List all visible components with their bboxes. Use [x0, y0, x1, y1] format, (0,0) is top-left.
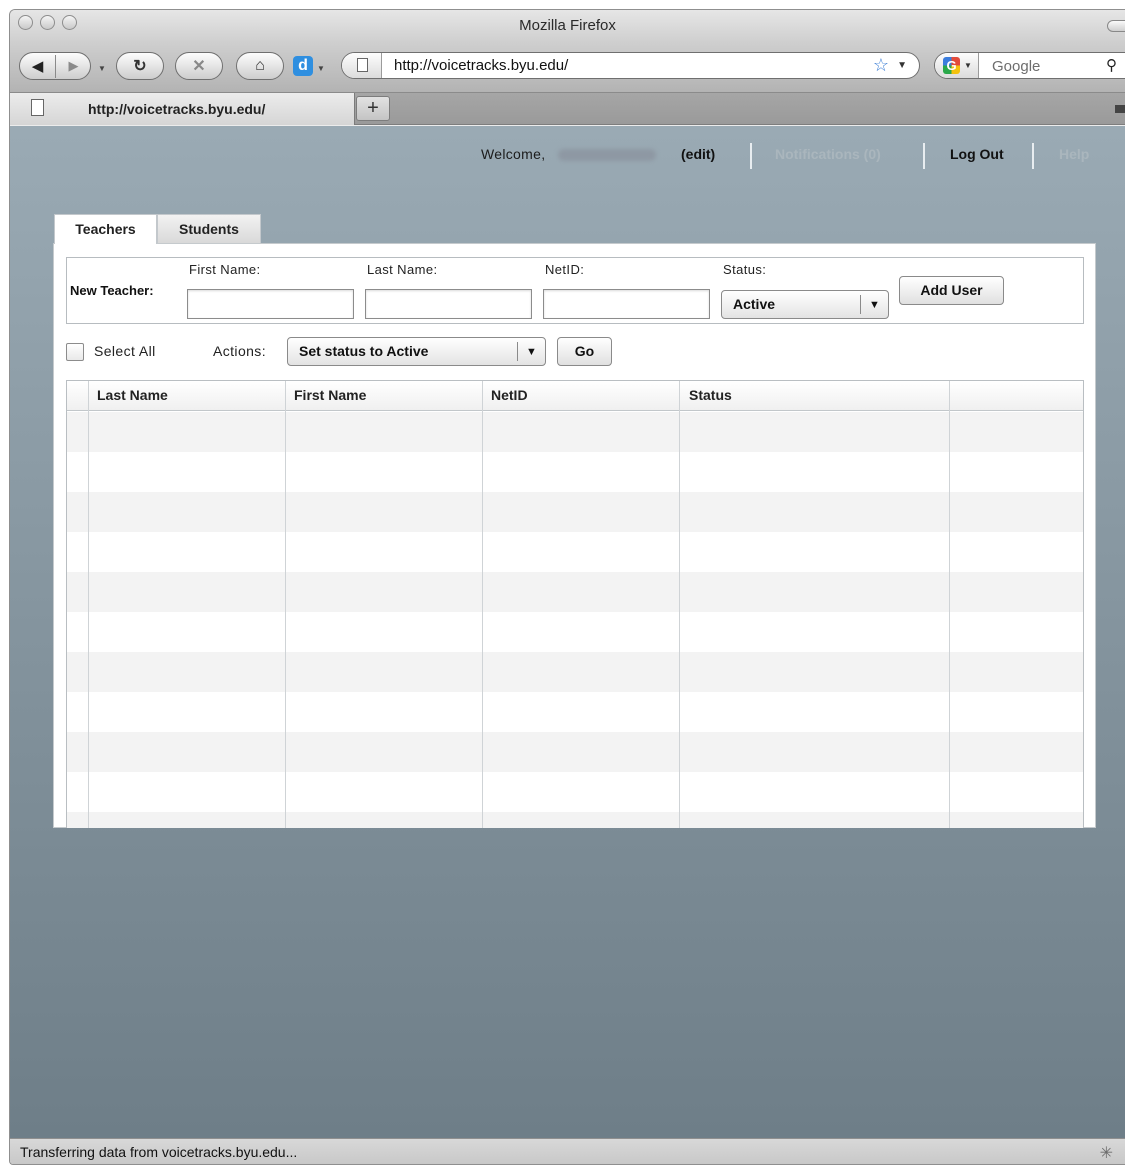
new-teacher-form: New Teacher: First Name: Last Name: NetI…: [66, 257, 1084, 324]
nav-separator: [750, 143, 752, 169]
table-row: [67, 492, 1083, 532]
status-bar: Transferring data from voicetracks.byu.e…: [10, 1138, 1125, 1164]
engine-dropdown-icon: ▼: [964, 61, 972, 70]
teachers-panel: New Teacher: First Name: Last Name: NetI…: [53, 243, 1096, 828]
netid-field[interactable]: [543, 289, 710, 319]
new-tab-button[interactable]: +: [356, 96, 390, 121]
plus-icon: +: [367, 97, 379, 119]
first-name-label: First Name:: [189, 262, 261, 277]
column-header-netid[interactable]: NetID: [491, 387, 528, 403]
table-header: Last Name First Name NetID Status: [67, 381, 1083, 411]
site-identity-button[interactable]: [342, 53, 382, 78]
tab-strip: http://voicetracks.byu.edu/ +: [10, 93, 1125, 125]
stop-icon: ✕: [192, 58, 206, 75]
nav-separator: [923, 143, 925, 169]
delicious-icon: d: [298, 57, 308, 74]
search-icon[interactable]: ⚲: [1106, 56, 1117, 74]
column-divider: [949, 381, 950, 828]
column-header-last-name[interactable]: Last Name: [97, 387, 168, 403]
nav-separator: [1032, 143, 1034, 169]
table-row: [67, 772, 1083, 812]
column-divider: [285, 381, 286, 828]
search-engine-button[interactable]: G ▼: [935, 53, 979, 78]
table-row: [67, 452, 1083, 492]
help-link[interactable]: Help: [1059, 146, 1089, 162]
status-text: Transferring data from voicetracks.byu.e…: [20, 1144, 298, 1160]
chevron-down-icon: ▼: [517, 342, 545, 361]
table-row: [67, 612, 1083, 652]
table-row: [67, 692, 1083, 732]
table-row: [67, 412, 1083, 452]
delicious-button[interactable]: d: [293, 56, 313, 76]
stop-button[interactable]: ✕: [175, 52, 223, 80]
table-row: [67, 532, 1083, 572]
activity-icon: ✳: [1099, 1145, 1113, 1162]
url-text: http://voicetracks.byu.edu/: [394, 57, 569, 74]
browser-window: Mozilla Firefox ◀ ▶ ▼ ↻ ✕ ⌂ d ▼ http://v…: [9, 9, 1125, 1165]
status-select[interactable]: Active ▼: [721, 290, 889, 319]
home-icon: ⌂: [255, 57, 265, 74]
table-row: [67, 812, 1083, 828]
column-divider: [482, 381, 483, 828]
search-bar[interactable]: G ▼ Google ⚲: [934, 52, 1125, 79]
logout-link[interactable]: Log Out: [950, 146, 1004, 162]
welcome-text: Welcome,: [481, 146, 546, 162]
url-bar[interactable]: http://voicetracks.byu.edu/ ☆ ▼: [341, 52, 920, 79]
actions-select[interactable]: Set status to Active ▼: [287, 337, 546, 366]
actions-label: Actions:: [213, 343, 266, 359]
last-name-label: Last Name:: [367, 262, 438, 277]
select-all-label[interactable]: Select All: [94, 343, 156, 359]
actions-select-value: Set status to Active: [299, 343, 429, 359]
forward-arrow-icon: ▶: [68, 58, 79, 73]
netid-label: NetID:: [545, 262, 585, 277]
table-row: [67, 572, 1083, 612]
column-header-first-name[interactable]: First Name: [294, 387, 366, 403]
tab-students[interactable]: Students: [157, 214, 261, 243]
forward-button[interactable]: ▶: [56, 53, 91, 79]
table-row: [67, 732, 1083, 772]
column-header-status[interactable]: Status: [689, 387, 732, 403]
notifications-link[interactable]: Notifications (0): [775, 146, 881, 162]
history-dropdown-icon[interactable]: ▼: [98, 64, 106, 73]
status-select-value: Active: [733, 296, 776, 312]
status-label: Status:: [723, 262, 767, 277]
reload-button[interactable]: ↻: [116, 52, 164, 80]
first-name-field[interactable]: [187, 289, 354, 319]
google-logo-icon: G: [943, 57, 960, 74]
last-name-field[interactable]: [365, 289, 532, 319]
delicious-dropdown-icon[interactable]: ▼: [317, 64, 325, 73]
page-icon: [31, 99, 44, 116]
back-arrow-icon: ◀: [31, 58, 44, 75]
home-button[interactable]: ⌂: [236, 52, 284, 80]
user-name-redacted: [558, 149, 656, 161]
go-button[interactable]: Go: [557, 337, 612, 366]
tab-list-icon[interactable]: [1115, 105, 1125, 113]
teachers-table: Last Name First Name NetID Status: [66, 380, 1084, 828]
search-placeholder: Google: [992, 58, 1041, 75]
column-divider: [679, 381, 680, 828]
browser-tab[interactable]: http://voicetracks.byu.edu/: [10, 93, 355, 125]
select-all-checkbox[interactable]: [66, 343, 84, 361]
column-divider: [88, 381, 89, 828]
new-teacher-label: New Teacher:: [70, 283, 154, 298]
bookmark-star-icon[interactable]: ☆: [873, 55, 889, 76]
title-bar: Mozilla Firefox: [10, 10, 1125, 42]
edit-profile-link[interactable]: (edit): [681, 146, 715, 162]
back-button[interactable]: ◀: [20, 53, 55, 79]
navigation-toolbar: ◀ ▶ ▼ ↻ ✕ ⌂ d ▼ http://voicetracks.byu.e…: [10, 42, 1125, 93]
page-icon: [357, 58, 368, 72]
add-user-button[interactable]: Add User: [899, 276, 1004, 305]
reload-icon: ↻: [133, 58, 147, 75]
table-row: [67, 652, 1083, 692]
page-content: Welcome, (edit) Notifications (0) Log Ou…: [10, 126, 1125, 1138]
tab-teachers[interactable]: Teachers: [54, 214, 157, 244]
back-forward-group: ◀ ▶: [19, 52, 91, 80]
url-history-dropdown-icon[interactable]: ▼: [897, 60, 907, 71]
chevron-down-icon: ▼: [860, 295, 888, 314]
toolbar-toggle-button[interactable]: [1107, 20, 1125, 32]
window-title: Mozilla Firefox: [519, 17, 616, 34]
browser-tab-title: http://voicetracks.byu.edu/: [88, 101, 266, 117]
